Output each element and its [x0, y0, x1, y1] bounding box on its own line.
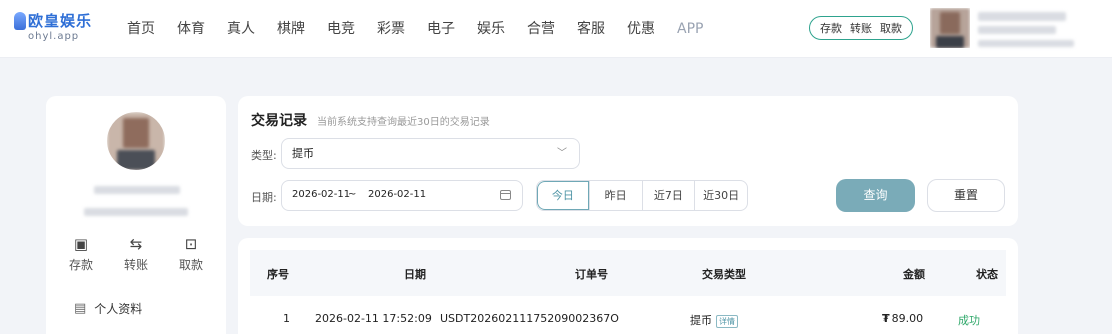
nav-item-promotions[interactable]: 优惠 — [627, 18, 655, 40]
type-label: 类型: — [251, 149, 277, 162]
row-index: 1 — [283, 312, 290, 325]
transfer-icon: ⇆ — [129, 235, 143, 253]
row-amount: ₮ 89.00 — [882, 312, 923, 325]
user-sidebar: ▣ 存款 ⇆ 转账 ⊡ 取款 ▤ 个人资料 — [46, 96, 226, 334]
nav-item-slots[interactable]: 电子 — [427, 18, 455, 40]
row-date: 2026-02-11 17:52:09 — [315, 312, 432, 325]
nav-item-live[interactable]: 真人 — [227, 18, 255, 40]
top-header: 欧皇娱乐 ohyl.app 首页 体育 真人 棋牌 电竞 彩票 电子 娱乐 合营… — [0, 0, 1112, 58]
column-order: 订单号 — [575, 268, 608, 281]
detail-button[interactable]: 详情 — [716, 314, 738, 328]
sidebar-username-blurred — [94, 186, 180, 194]
nav-item-app[interactable]: APP — [677, 18, 703, 40]
column-date: 日期 — [404, 268, 426, 281]
transactions-table: 序号 日期 订单号 交易类型 金额 状态 1 2026-02-11 17:52:… — [238, 238, 1018, 334]
nav-item-home[interactable]: 首页 — [127, 18, 155, 40]
quick-range-group: 今日 昨日 近7日 近30日 — [536, 180, 748, 211]
header-avatar[interactable] — [930, 8, 970, 48]
header-balance-blurred — [978, 26, 1056, 34]
nav-item-cards[interactable]: 棋牌 — [277, 18, 305, 40]
column-type: 交易类型 — [702, 268, 746, 281]
table-header — [250, 250, 1006, 296]
nav-item-entertainment[interactable]: 娱乐 — [477, 18, 505, 40]
type-select[interactable]: 提币 ﹀ — [281, 138, 580, 169]
column-status: 状态 — [976, 268, 998, 281]
wallet-icon: ▣ — [73, 235, 89, 253]
range-7days-button[interactable]: 近7日 — [641, 181, 695, 210]
header-quick-actions: 存款 转账 取款 — [809, 16, 913, 40]
reset-button[interactable]: 重置 — [927, 179, 1005, 212]
brand-logo[interactable]: 欧皇娱乐 ohyl.app — [14, 10, 100, 48]
sidebar-item-label: 个人资料 — [94, 302, 143, 316]
header-info-blurred — [978, 40, 1074, 47]
sidebar-account-blurred — [84, 208, 188, 216]
brand-name: 欧皇娱乐 — [28, 12, 93, 30]
header-username-blurred — [978, 12, 1066, 21]
main-nav: 首页 体育 真人 棋牌 电竞 彩票 电子 娱乐 合营 客服 优惠 APP — [127, 18, 725, 40]
chevron-down-icon: ﹀ — [557, 148, 567, 159]
sidebar-transfer-button[interactable]: ⇆ 转账 — [113, 234, 159, 273]
sidebar-deposit-button[interactable]: ▣ 存款 — [58, 234, 104, 273]
sidebar-avatar[interactable] — [107, 112, 165, 170]
row-type-label: 提币 — [690, 314, 712, 327]
nav-item-sports[interactable]: 体育 — [177, 18, 205, 40]
range-30days-button[interactable]: 近30日 — [694, 181, 747, 210]
usdt-icon: ₮ — [882, 312, 890, 325]
range-yesterday-button[interactable]: 昨日 — [588, 181, 642, 210]
nav-item-affiliate[interactable]: 合营 — [527, 18, 555, 40]
nav-item-esports[interactable]: 电竞 — [327, 18, 355, 40]
range-today-button[interactable]: 今日 — [537, 181, 589, 210]
nav-item-lottery[interactable]: 彩票 — [377, 18, 405, 40]
transaction-filter-card: 交易记录 当前系统支持查询最近30日的交易记录 类型: 提币 ﹀ 日期: 202… — [238, 96, 1018, 226]
header-transfer-button[interactable]: 转账 — [850, 20, 872, 36]
header-withdraw-button[interactable]: 取款 — [880, 20, 902, 36]
date-end: 2026-02-11 — [368, 189, 427, 200]
page-title: 交易记录 — [251, 113, 307, 129]
row-order-number: USDT20260211175209002367O — [440, 312, 619, 325]
logo-icon — [14, 12, 26, 30]
sidebar-actions: ▣ 存款 ⇆ 转账 ⊡ 取款 — [58, 234, 214, 273]
brand-domain: ohyl.app — [28, 31, 80, 42]
page-subtitle: 当前系统支持查询最近30日的交易记录 — [317, 117, 490, 128]
withdraw-icon: ⊡ — [184, 235, 198, 253]
profile-card-icon: ▤ — [74, 301, 87, 316]
type-select-value: 提币 — [292, 147, 314, 160]
row-type: 提币 详情 — [690, 312, 738, 328]
calendar-icon — [500, 190, 511, 200]
date-range-picker[interactable]: 2026-02-11 ~ 2026-02-11 — [281, 180, 523, 211]
status-badge: 成功 — [958, 314, 980, 327]
query-button[interactable]: 查询 — [836, 179, 915, 212]
date-separator: ~ — [348, 189, 357, 200]
column-index: 序号 — [267, 268, 289, 281]
sidebar-item-profile[interactable]: ▤ 个人资料 — [74, 300, 142, 317]
sidebar-withdraw-button[interactable]: ⊡ 取款 — [168, 234, 214, 273]
header-deposit-button[interactable]: 存款 — [820, 20, 842, 36]
nav-item-support[interactable]: 客服 — [577, 18, 605, 40]
column-amount: 金额 — [903, 268, 925, 281]
row-amount-value: 89.00 — [891, 312, 924, 325]
date-start: 2026-02-11 — [292, 189, 351, 200]
date-label: 日期: — [251, 191, 277, 204]
